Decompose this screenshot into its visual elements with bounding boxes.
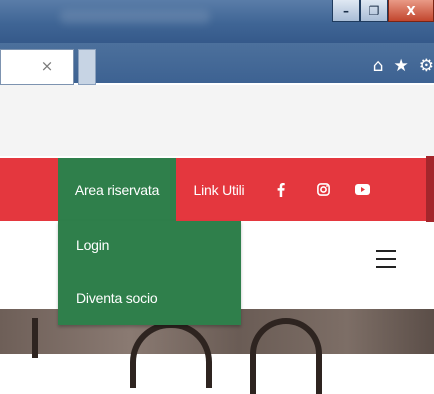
hamburger-line xyxy=(376,266,396,268)
maximize-button[interactable]: ❐ xyxy=(360,0,388,22)
hamburger-menu-icon[interactable] xyxy=(376,250,396,268)
nav-area-riservata-label: Area riservata xyxy=(74,181,160,198)
dropdown-item-diventa-socio[interactable]: Diventa socio xyxy=(76,290,158,306)
window-title-blur xyxy=(60,10,210,24)
browser-toolbar-icons: ⌂ ★ ⚙ xyxy=(373,54,434,78)
browser-tab[interactable] xyxy=(78,49,96,85)
facebook-icon[interactable] xyxy=(274,158,288,221)
page-top-strip xyxy=(0,85,434,156)
nav-area-riservata[interactable]: Area riservata xyxy=(58,158,176,221)
hero-image-detail xyxy=(32,318,38,358)
home-icon[interactable]: ⌂ xyxy=(373,56,384,76)
area-riservata-dropdown: Login Diventa socio xyxy=(58,221,241,325)
address-bar[interactable] xyxy=(0,49,74,85)
hero-image-detail xyxy=(250,318,322,394)
window-titlebar: – ❐ X xyxy=(0,0,434,43)
gear-icon[interactable]: ⚙ xyxy=(419,56,434,76)
dropdown-item-login[interactable]: Login xyxy=(76,237,109,253)
instagram-icon[interactable] xyxy=(315,158,331,221)
youtube-icon[interactable] xyxy=(353,158,371,221)
window-controls: – ❐ X xyxy=(332,0,434,24)
nav-bar-edge xyxy=(426,156,434,222)
minimize-button[interactable]: – xyxy=(332,0,360,22)
nav-link-utili[interactable]: Link Utili xyxy=(176,158,262,221)
hamburger-line xyxy=(376,258,396,260)
nav-link-utili-label: Link Utili xyxy=(193,181,245,198)
hamburger-line xyxy=(376,250,396,252)
star-icon[interactable]: ★ xyxy=(394,56,409,76)
address-clear-icon[interactable]: × xyxy=(40,56,54,76)
close-window-button[interactable]: X xyxy=(388,0,434,22)
